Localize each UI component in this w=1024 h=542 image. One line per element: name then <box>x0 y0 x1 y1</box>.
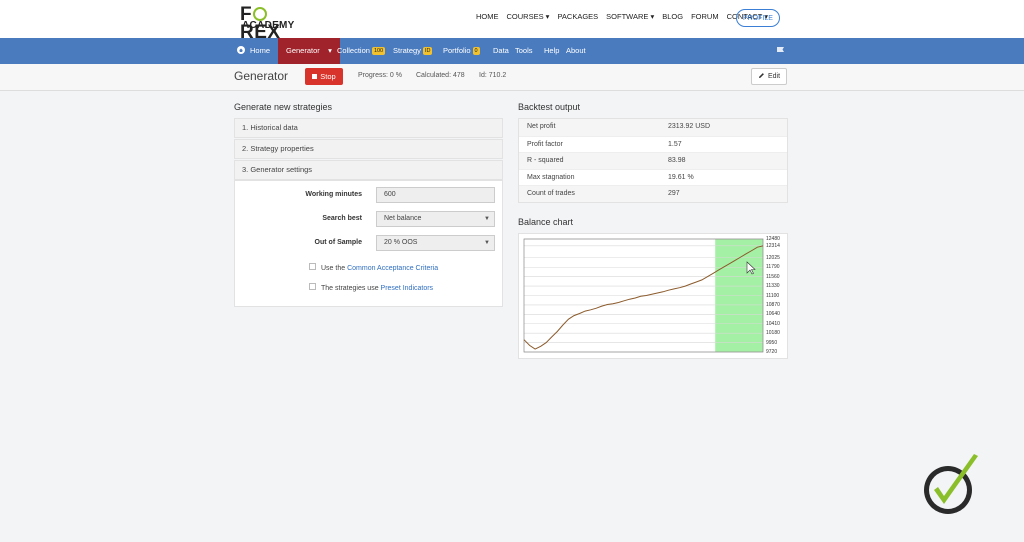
menu-blog[interactable]: BLOG <box>662 12 683 21</box>
strategy-id-badge: ID <box>422 47 433 55</box>
y-tick-label: 12480 <box>766 236 780 242</box>
profile-button[interactable]: PROFILE <box>736 9 780 27</box>
y-tick-label: 11560 <box>766 273 780 280</box>
about-tab[interactable]: About <box>566 38 586 64</box>
menu-packages[interactable]: PACKAGES <box>557 12 598 21</box>
app-toolbar: Home Generator ▾ Collection 100 Strategy I… <box>0 38 1024 64</box>
pencil-icon <box>758 73 764 78</box>
y-tick-label: 11790 <box>766 264 780 271</box>
y-tick-label: 11100 <box>766 292 780 299</box>
search-best-select[interactable]: Net balance ▼ <box>376 211 495 227</box>
y-tick-label: 12314 <box>766 242 780 249</box>
acceptance-criteria-link[interactable]: Common Acceptance Criteria <box>347 265 438 272</box>
forex-academy-check-logo <box>920 452 984 518</box>
balance-chart-title: Balance chart <box>518 217 574 227</box>
calculated-text: Calculated: 478 <box>416 72 465 79</box>
table-row: Net profit 2313.92 USD <box>519 119 787 136</box>
portfolio-count-badge: 0 <box>472 47 480 55</box>
collection-count-badge: 100 <box>371 47 386 55</box>
checkbox-box[interactable] <box>309 263 316 270</box>
top-menu: HOME COURSES ▾ PACKAGES SOFTWARE ▾ BLOG … <box>476 12 768 21</box>
working-minutes-input[interactable]: 600 <box>376 187 495 203</box>
page-title: Generator <box>234 69 289 83</box>
y-tick-label: 10870 <box>766 301 780 308</box>
y-tick-label: 10640 <box>766 311 780 318</box>
strategy-tab[interactable]: Strategy ID <box>393 38 433 64</box>
generator-tab[interactable]: Generator ▾ <box>278 38 340 64</box>
collection-tab[interactable]: Collection 100 <box>337 38 386 64</box>
table-row: Profit factor 1.57 <box>519 135 787 153</box>
y-tick-label: 9950 <box>766 339 778 346</box>
generate-section-title: Generate new strategies <box>234 102 333 112</box>
working-minutes-label: Working minutes <box>305 191 362 198</box>
table-row: R - squared 83.98 <box>519 152 787 169</box>
menu-home[interactable]: HOME <box>476 12 499 21</box>
portfolio-tab[interactable]: Portfolio 0 <box>443 38 480 64</box>
top-navigation: FREX ACADEMY HOME COURSES ▾ PACKAGES SOF… <box>0 0 1024 42</box>
edit-button[interactable]: Edit <box>751 68 787 85</box>
checkbox-box[interactable] <box>309 283 316 290</box>
preset-indicators-checkbox[interactable]: The strategies use Preset Indicators <box>309 283 433 292</box>
y-tick-label: 10180 <box>766 330 780 337</box>
select-caret-icon: ▼ <box>484 216 490 222</box>
help-tab[interactable]: Help <box>544 38 559 64</box>
table-row: Max stagnation 19.61 % <box>519 168 787 186</box>
menu-courses[interactable]: COURSES ▾ <box>507 12 550 21</box>
strategy-properties-section[interactable]: 2. Strategy properties <box>234 139 503 159</box>
select-caret-icon: ▼ <box>484 240 490 246</box>
acceptance-criteria-checkbox[interactable]: Use the Common Acceptance Criteria <box>309 263 438 272</box>
balance-chart[interactable] <box>519 234 787 358</box>
y-tick-label: 12025 <box>766 254 780 261</box>
forex-academy-logo[interactable]: FREX ACADEMY <box>240 5 304 42</box>
data-tab[interactable]: Data <box>493 38 509 64</box>
table-row: Count of trades 297 <box>519 185 787 202</box>
y-tick-label: 10410 <box>766 320 780 327</box>
generator-dropdown-icon[interactable]: ▾ <box>328 46 332 55</box>
flag-icon[interactable] <box>776 38 785 64</box>
out-of-sample-label: Out of Sample <box>314 239 362 246</box>
y-tick-label: 11330 <box>766 283 780 290</box>
logo-ring-icon <box>253 7 268 21</box>
balance-chart-panel <box>518 233 788 359</box>
backtest-table: Net profit 2313.92 USD Profit factor 1.57 … <box>518 118 788 203</box>
preset-indicators-link[interactable]: Preset Indicators <box>381 285 434 292</box>
stop-square-icon <box>312 74 318 79</box>
menu-forum[interactable]: FORUM <box>691 12 719 21</box>
tools-tab[interactable]: Tools <box>515 38 533 64</box>
home-tab[interactable]: Home <box>237 38 270 64</box>
search-best-label: Search best <box>322 215 362 222</box>
home-circle-icon <box>237 46 245 54</box>
generator-settings-section[interactable]: 3. Generator settings <box>234 160 503 180</box>
y-tick-label: 9720 <box>766 349 778 355</box>
progress-text: Progress: 0 % <box>358 72 402 79</box>
generator-subheader: Generator Stop Progress: 0 % Calculated:… <box>0 64 1024 91</box>
historical-data-section[interactable]: 1. Historical data <box>234 118 503 138</box>
backtest-section-title: Backtest output <box>518 102 581 112</box>
out-of-sample-select[interactable]: 20 % OOS ▼ <box>376 235 495 251</box>
menu-software[interactable]: SOFTWARE ▾ <box>606 12 654 21</box>
stop-button[interactable]: Stop <box>305 68 343 85</box>
id-text: Id: 710.2 <box>479 72 507 79</box>
